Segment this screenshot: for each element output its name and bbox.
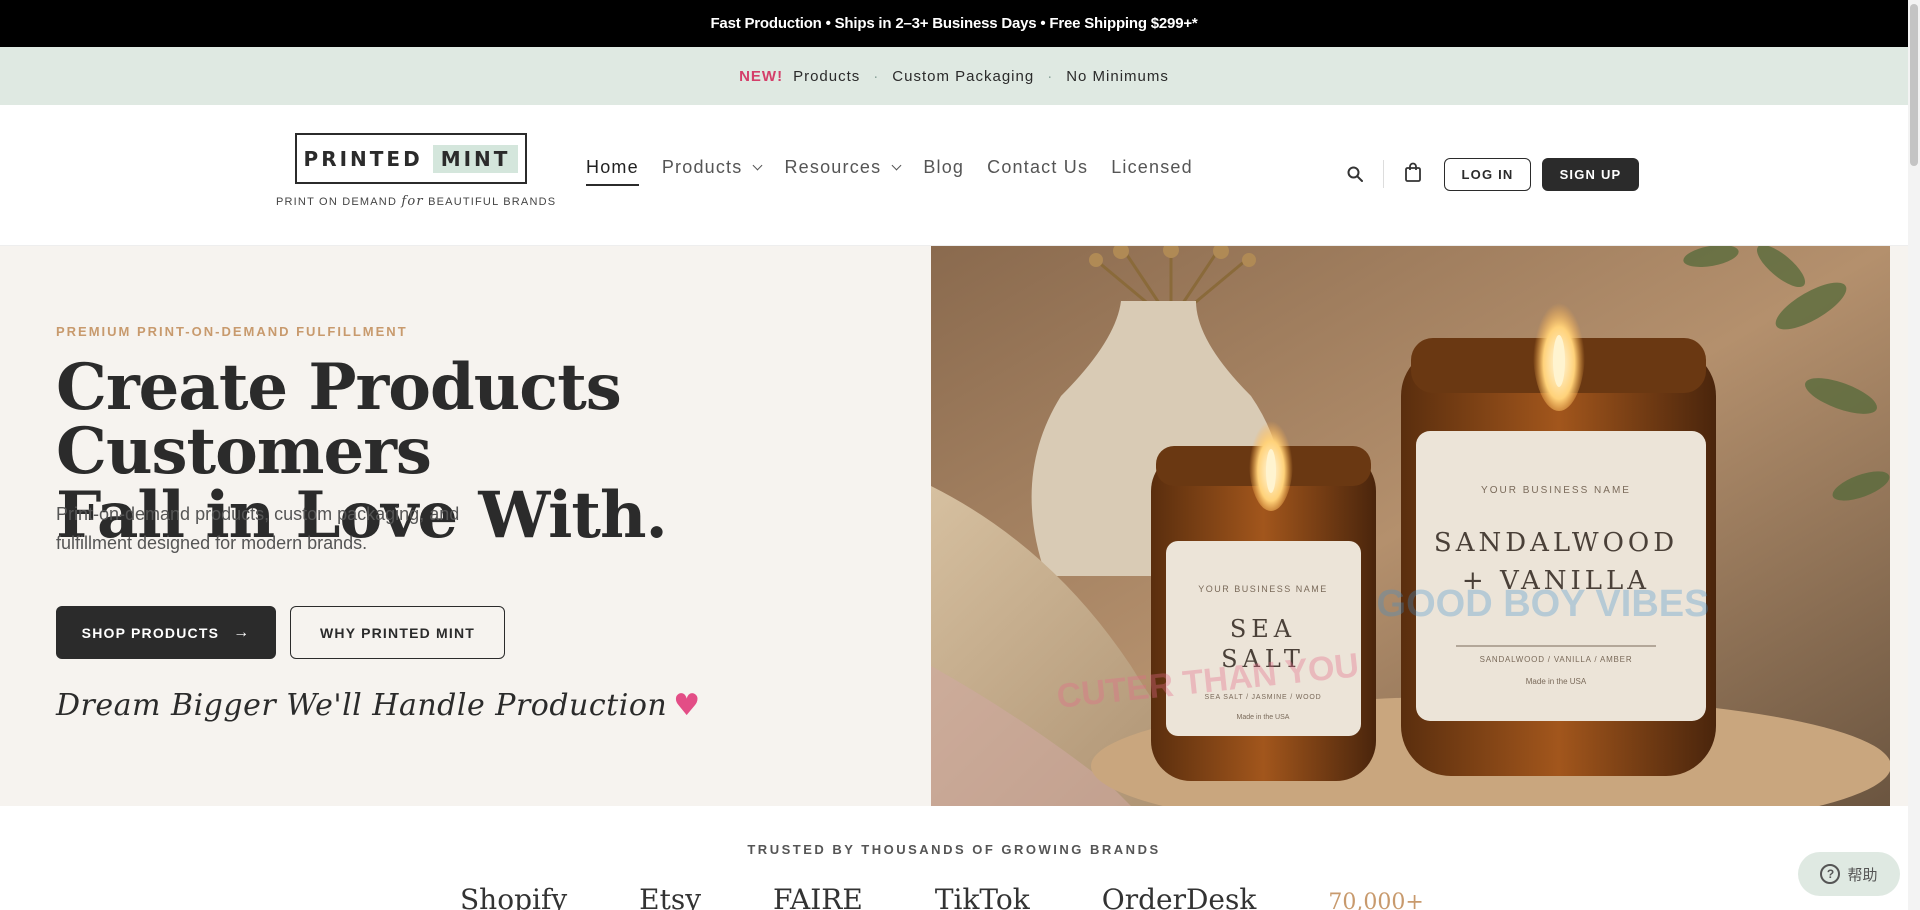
candles-photo: YOUR BUSINESS NAME SEA SALT SEA SALT / J… — [931, 246, 1890, 806]
brand-list: Shopify Etsy FAIRE TikTok OrderDesk 70,0… — [460, 883, 1424, 910]
shop-products-label: SHOP PRODUCTS — [81, 624, 220, 641]
nav-item-label: Home — [586, 157, 639, 177]
search-icon[interactable] — [1347, 166, 1363, 182]
nav-item-label: Contact Us — [987, 157, 1089, 177]
logo-tagline-left: PRINT ON DEMAND — [276, 196, 398, 208]
nav-item-resources[interactable]: Resources — [784, 157, 902, 178]
hero-section: PREMIUM PRINT-ON-DEMAND FULFILLMENT Crea… — [0, 246, 1908, 806]
announcement-text: Fast Production • Ships in 2–3+ Business… — [710, 15, 1198, 32]
nav-item-products[interactable]: Products — [661, 157, 763, 178]
brand-etsy: Etsy — [639, 883, 702, 910]
promo-link-custom-packaging[interactable]: Custom Packaging — [892, 68, 1034, 85]
main-nav: Home Products Resources Blog Contact Us … — [586, 157, 1216, 186]
announcement-bar: Fast Production • Ships in 2–3+ Business… — [0, 0, 1908, 47]
brand-shopify: Shopify — [460, 883, 568, 910]
logo-tagline-for: for — [401, 194, 424, 209]
arrow-right-icon: → — [233, 623, 251, 641]
trusted-heading: TRUSTED BY THOUSANDS OF GROWING BRANDS — [747, 842, 1161, 857]
brand-tiktok: TikTok — [934, 883, 1030, 910]
help-widget-button[interactable]: ? 帮助 — [1798, 852, 1900, 896]
hero-script-tagline: Dream Bigger We'll Handle Production ♥ — [56, 688, 701, 723]
hero-headline-line1: Create Products Customers — [56, 350, 622, 489]
hero-eyebrow: PREMIUM PRINT-ON-DEMAND FULFILLMENT — [56, 324, 408, 339]
shopping-bag-icon[interactable] — [1404, 162, 1422, 182]
login-button[interactable]: LOG IN — [1444, 158, 1531, 191]
help-label: 帮助 — [1847, 866, 1878, 884]
logo-wordmark: PRINTED MINT — [295, 133, 527, 184]
small-label-line1: SEA — [1230, 615, 1296, 643]
new-badge: NEW! — [739, 67, 784, 85]
script-text: Dream Bigger We'll Handle Production — [56, 688, 668, 723]
brand-faire: FAIRE — [773, 883, 863, 910]
nav-item-label: Blog — [923, 157, 965, 177]
chevron-down-icon — [891, 160, 902, 170]
page-scrollbar[interactable] — [1908, 0, 1920, 910]
watermark-good-boy-vibes: GOOD BOY VIBES — [1377, 583, 1710, 625]
promo-link-products[interactable]: Products — [793, 68, 860, 85]
promo-bar: NEW! Products · Custom Packaging · No Mi… — [0, 47, 1908, 105]
brand-count: 70,000+ — [1328, 890, 1424, 910]
large-label-notes: SANDALWOOD / VANILLA / AMBER — [1480, 655, 1633, 664]
large-label-line1: SANDALWOOD — [1434, 528, 1678, 558]
large-label-made: Made in the USA — [1526, 677, 1587, 686]
heart-icon: ♥ — [673, 688, 701, 723]
nav-item-label: Resources — [784, 157, 882, 177]
hero-subtitle: Print-on-demand products, custom packagi… — [56, 504, 460, 553]
brand-orderdesk: OrderDesk — [1101, 883, 1257, 910]
logo-word-mint: MINT — [432, 144, 519, 173]
shop-products-button[interactable]: SHOP PRODUCTS → — [56, 606, 276, 659]
logo-tagline-right: BEAUTIFUL BRANDS — [428, 196, 557, 208]
question-circle-icon: ? — [1820, 864, 1841, 884]
nav-item-home[interactable]: Home — [586, 157, 639, 186]
site-header: PRINTED MINT PRINT ON DEMAND for BEAUTIF… — [0, 105, 1908, 246]
chevron-down-icon — [753, 160, 763, 170]
promo-separator: · — [1047, 67, 1054, 85]
nav-item-licensed[interactable]: Licensed — [1111, 157, 1193, 178]
logo-tagline: PRINT ON DEMAND for BEAUTIFUL BRANDS — [276, 194, 555, 209]
header-divider — [1383, 160, 1384, 188]
why-printed-mint-button[interactable]: WHY PRINTED MINT — [290, 606, 505, 659]
promo-link-no-minimums[interactable]: No Minimums — [1066, 68, 1169, 85]
hero-image: YOUR BUSINESS NAME SEA SALT SEA SALT / J… — [931, 246, 1890, 806]
nav-item-blog[interactable]: Blog — [923, 157, 964, 178]
signup-button[interactable]: SIGN UP — [1542, 158, 1639, 191]
nav-item-label: Products — [661, 157, 743, 177]
promo-separator: · — [873, 67, 880, 85]
small-label-made: Made in the USA — [1237, 714, 1290, 721]
logo-word-printed: PRINTED — [303, 146, 423, 171]
small-label-brand: YOUR BUSINESS NAME — [1198, 584, 1328, 594]
nav-item-label: Licensed — [1111, 157, 1193, 177]
nav-item-contact-us[interactable]: Contact Us — [987, 157, 1088, 178]
large-label-brand: YOUR BUSINESS NAME — [1481, 485, 1631, 496]
scrollbar-thumb[interactable] — [1910, 4, 1918, 166]
